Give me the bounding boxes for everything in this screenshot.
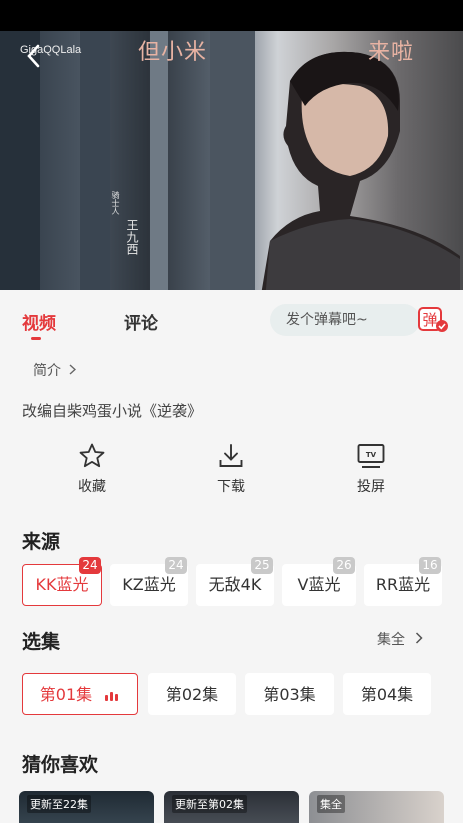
see-all-episodes-link[interactable]: 集全	[377, 629, 424, 649]
intro-label: 简介	[33, 363, 61, 379]
tab-comments[interactable]: 评论	[124, 309, 158, 334]
source-label: KK蓝光	[35, 575, 89, 594]
content-panel: 视频 评论 发个弹幕吧~ 弹 简介 改编自柴鸡蛋小说《逆袭》 收藏 下载 TV …	[0, 290, 463, 823]
video-player[interactable]: 但小米 来啦 GigaQQLala 骑士人 王九西	[0, 31, 463, 290]
episode-count-badge: 25	[251, 557, 273, 574]
tv-icon: TV	[357, 444, 385, 468]
recommend-section-title: 猜你喜欢	[22, 754, 99, 776]
episode-button[interactable]: 第02集	[148, 673, 236, 715]
intro-link[interactable]: 简介	[33, 360, 77, 380]
show-description: 改编自柴鸡蛋小说《逆袭》	[22, 402, 203, 420]
recommend-tag: 集全	[317, 795, 345, 813]
source-option[interactable]: V蓝光 26	[282, 557, 356, 606]
episode-count-badge: 24	[165, 557, 187, 574]
download-icon	[219, 444, 243, 467]
source-label: RR蓝光	[375, 575, 431, 594]
episode-count-badge: 16	[419, 557, 441, 574]
episode-count-badge: 26	[333, 557, 355, 574]
recommend-card[interactable]: 更新至第02集	[164, 791, 299, 823]
download-button[interactable]: 下载	[191, 442, 271, 496]
video-overlay-text-right: 来啦	[368, 40, 415, 65]
video-credit-main: 王九西	[125, 219, 139, 255]
source-label: 无敌4K	[208, 575, 262, 594]
recommend-tag: 更新至22集	[27, 795, 91, 813]
see-all-label: 集全	[377, 632, 405, 648]
video-credit-small: 骑士人	[111, 191, 120, 215]
playing-indicator-icon	[105, 675, 120, 717]
episode-button[interactable]: 第03集	[245, 673, 334, 715]
favorite-label: 收藏	[78, 479, 106, 495]
episode-label: 第03集	[263, 685, 316, 704]
video-backdrop	[150, 31, 168, 290]
source-option[interactable]: KK蓝光 24	[22, 557, 102, 606]
recommend-card[interactable]: 集全	[309, 791, 444, 823]
source-section-title: 来源	[22, 531, 61, 553]
episode-label: 第04集	[360, 685, 414, 704]
recommend-tag: 更新至第02集	[172, 795, 247, 813]
cast-button[interactable]: TV 投屏	[331, 442, 411, 496]
tab-bar: 视频 评论 发个弹幕吧~ 弹	[0, 290, 463, 346]
status-bar	[0, 0, 463, 31]
danmu-toggle-button[interactable]: 弹	[418, 307, 448, 333]
cast-label: 投屏	[357, 479, 385, 495]
tab-indicator	[31, 337, 41, 340]
recommend-card[interactable]: 更新至22集	[19, 791, 154, 823]
danmu-input[interactable]: 发个弹幕吧~	[270, 304, 420, 336]
danmu-button-label: 弹	[422, 311, 437, 329]
source-option[interactable]: 无敌4K 25	[196, 557, 274, 606]
video-overlay-text-left: 但小米	[138, 40, 208, 65]
source-label: KZ蓝光	[122, 575, 176, 594]
video-backdrop	[80, 31, 110, 290]
episode-count-badge: 24	[79, 557, 101, 574]
video-backdrop	[210, 31, 255, 290]
source-option[interactable]: RR蓝光 16	[364, 557, 442, 606]
episode-button[interactable]: 第04集	[343, 673, 431, 715]
favorite-button[interactable]: 收藏	[52, 442, 132, 496]
episode-label: 第01集	[39, 685, 93, 704]
source-option[interactable]: KZ蓝光 24	[110, 557, 188, 606]
actor-image	[261, 51, 460, 290]
chevron-right-icon	[69, 363, 77, 379]
back-arrow-icon[interactable]	[24, 43, 44, 69]
source-label: V蓝光	[297, 575, 341, 594]
video-backdrop	[0, 31, 40, 290]
tab-video[interactable]: 视频	[22, 309, 56, 334]
action-row: 收藏 下载 TV 投屏	[0, 442, 463, 502]
star-icon	[79, 443, 105, 468]
episode-label: 第02集	[165, 685, 219, 704]
episode-button[interactable]: 第01集	[22, 673, 138, 715]
download-label: 下载	[217, 479, 245, 495]
episode-section-title: 选集	[22, 631, 61, 653]
svg-text:TV: TV	[366, 451, 377, 459]
chevron-right-icon	[415, 632, 424, 648]
